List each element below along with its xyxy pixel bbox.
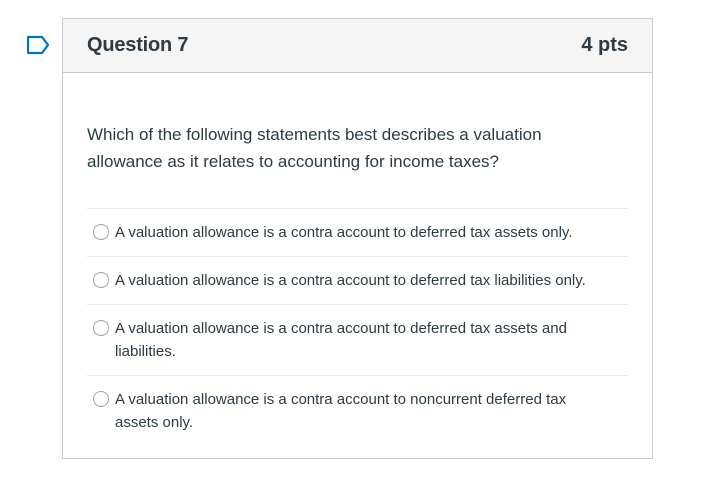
flag-question-icon[interactable] [26, 35, 50, 55]
answer-radio[interactable] [93, 224, 109, 240]
answer-label: A valuation allowance is a contra accoun… [115, 320, 567, 360]
answer-option[interactable]: A valuation allowance is a contra accoun… [87, 257, 628, 305]
question-prompt: Which of the following statements best d… [87, 125, 542, 171]
answer-radio[interactable] [93, 391, 109, 407]
question-card: Question 7 4 pts Which of the following … [62, 18, 653, 459]
question-header: Question 7 4 pts [63, 19, 652, 73]
question-body: Which of the following statements best d… [63, 73, 652, 446]
answer-option[interactable]: A valuation allowance is a contra accoun… [87, 209, 628, 257]
answer-list: A valuation allowance is a contra accoun… [87, 208, 628, 446]
answer-radio[interactable] [93, 272, 109, 288]
question-title: Question 7 [87, 34, 189, 56]
answer-label: A valuation allowance is a contra accoun… [115, 391, 567, 431]
answer-label: A valuation allowance is a contra accoun… [115, 224, 573, 241]
answer-radio[interactable] [93, 320, 109, 336]
answer-option[interactable]: A valuation allowance is a contra accoun… [87, 376, 628, 446]
answer-label: A valuation allowance is a contra accoun… [115, 272, 586, 289]
answer-option[interactable]: A valuation allowance is a contra accoun… [87, 305, 628, 376]
question-points: 4 pts [581, 34, 628, 56]
